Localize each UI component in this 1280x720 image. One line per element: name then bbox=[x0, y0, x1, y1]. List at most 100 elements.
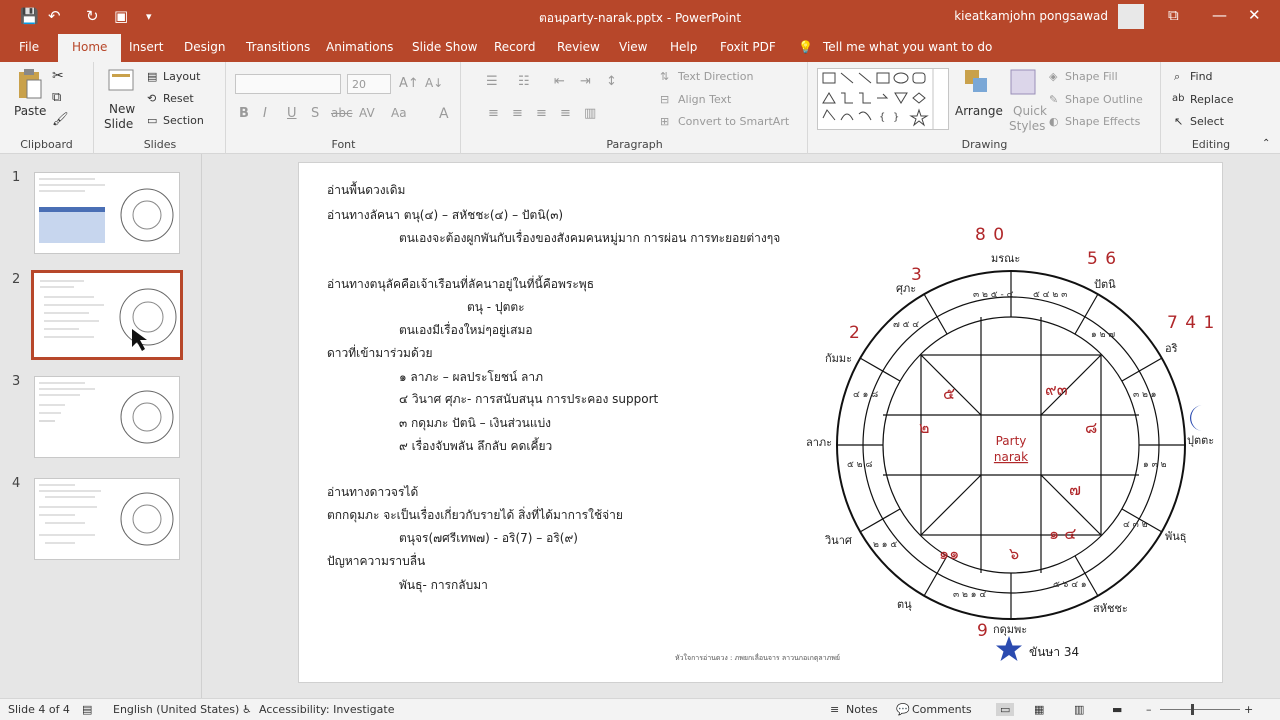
slide-sorter-icon[interactable]: ▦ bbox=[1034, 703, 1044, 716]
comments-button[interactable]: Comments bbox=[912, 703, 972, 716]
shape-outline-button[interactable]: Shape Outline bbox=[1065, 93, 1143, 106]
char-spacing-icon[interactable]: AV bbox=[359, 106, 375, 120]
increase-font-icon[interactable]: A↑ bbox=[399, 76, 419, 91]
language-button[interactable]: English (United States) bbox=[113, 703, 239, 716]
minimize-icon[interactable]: — bbox=[1212, 6, 1227, 24]
arrange-button[interactable]: Arrange bbox=[955, 104, 1003, 118]
text-line[interactable]: ตนุ - ปุตตะ bbox=[467, 298, 525, 317]
zoom-slider[interactable] bbox=[1160, 709, 1240, 710]
text-line[interactable]: ๓ กดุมภะ ปัตนิ – เงินส่วนแบ่ง bbox=[399, 414, 551, 433]
text-line[interactable]: ตนุจร(๗ศรีเทพ๗) - อริ(7) – อริ(๙) bbox=[399, 529, 578, 548]
tab-animations[interactable]: Animations bbox=[326, 40, 393, 54]
line-spacing-icon[interactable]: ↕ bbox=[606, 74, 617, 89]
align-left-icon[interactable]: ≡ bbox=[488, 106, 499, 121]
copy-icon[interactable]: ⧉ bbox=[52, 90, 61, 105]
smartart-button[interactable]: Convert to SmartArt bbox=[678, 115, 789, 128]
section-button[interactable]: Section bbox=[163, 114, 204, 127]
text-line[interactable]: ๙ เรื่องจับพลัน ลึกลับ คดเคี้ยว bbox=[399, 437, 552, 456]
tab-home[interactable]: Home bbox=[58, 34, 122, 62]
text-line[interactable]: ดาวที่เข้ามาร่วมด้วย bbox=[327, 344, 433, 363]
decrease-font-icon[interactable]: A↓ bbox=[425, 76, 443, 90]
slide-canvas[interactable]: อ่านพื้นดวงเดิม อ่านทางลัคนา ตนุ(๔) – สห… bbox=[298, 162, 1223, 683]
text-line[interactable]: ๔ วินาศ ศุภะ- การสนับสนุน การประคอง supp… bbox=[399, 390, 658, 409]
tab-foxit-pdf[interactable]: Foxit PDF bbox=[720, 40, 776, 54]
text-line[interactable]: ตกกดุมภะ จะเป็นเรื่องเกี่ยวกับรายได้ สิ่… bbox=[327, 506, 623, 525]
font-name-input[interactable] bbox=[235, 74, 341, 94]
numbering-icon[interactable]: ☷ bbox=[518, 74, 530, 89]
shapes-gallery[interactable]: {} bbox=[817, 68, 949, 130]
reset-button[interactable]: Reset bbox=[163, 92, 194, 105]
bullets-icon[interactable]: ☰ bbox=[486, 74, 498, 89]
font-size-input[interactable]: 20 bbox=[347, 74, 391, 94]
new-slide-label[interactable]: New bbox=[109, 102, 135, 116]
italic-icon[interactable]: I bbox=[263, 106, 267, 121]
align-text-button[interactable]: Align Text bbox=[678, 93, 731, 106]
ribbon-display-icon[interactable]: ⧉ bbox=[1168, 6, 1179, 24]
tab-slide-show[interactable]: Slide Show bbox=[412, 40, 477, 54]
tab-design[interactable]: Design bbox=[184, 40, 225, 54]
text-line[interactable]: ตนเองมีเรื่องใหม่ๆอยู่เสมอ bbox=[399, 321, 533, 340]
zoom-out-icon[interactable]: – bbox=[1146, 703, 1152, 716]
quick-styles-label[interactable]: Quick bbox=[1013, 104, 1047, 118]
paste-button[interactable]: Paste bbox=[14, 104, 46, 118]
normal-view-icon[interactable]: ▭ bbox=[996, 703, 1015, 716]
user-name[interactable]: kieatkamjohn pongsawad bbox=[954, 9, 1108, 23]
spellcheck-icon[interactable]: ▤ bbox=[82, 703, 92, 716]
text-line[interactable]: พันธุ- การกลับมา bbox=[399, 576, 488, 595]
text-line[interactable]: ๑ ลาภะ – ผลประโยชน์ ลาภ bbox=[399, 368, 543, 387]
tab-transitions[interactable]: Transitions bbox=[246, 40, 310, 54]
justify-icon[interactable]: ≡ bbox=[560, 106, 571, 121]
text-line[interactable]: ตนเองจะต้องผูกพันกับเรื่องของสังคมคนหมู่… bbox=[399, 229, 780, 248]
slide-thumbnail-3[interactable] bbox=[34, 376, 180, 458]
accessibility-button[interactable]: Accessibility: Investigate bbox=[259, 703, 395, 716]
text-direction-button[interactable]: Text Direction bbox=[678, 70, 753, 83]
tab-insert[interactable]: Insert bbox=[129, 40, 163, 54]
decrease-indent-icon[interactable]: ⇤ bbox=[554, 74, 565, 89]
find-button[interactable]: Find bbox=[1190, 70, 1213, 83]
quick-styles-label-2[interactable]: Styles bbox=[1009, 119, 1045, 133]
zoom-in-icon[interactable]: + bbox=[1244, 703, 1253, 716]
new-slide-icon[interactable] bbox=[107, 68, 135, 96]
avatar[interactable] bbox=[1118, 4, 1144, 29]
slide-thumbnail-1[interactable] bbox=[34, 172, 180, 254]
tab-help[interactable]: Help bbox=[670, 40, 697, 54]
zoom-slider-thumb[interactable] bbox=[1191, 704, 1194, 715]
underline-icon[interactable]: U bbox=[287, 106, 297, 121]
collapse-ribbon-icon[interactable]: ⌃ bbox=[1262, 138, 1270, 149]
tab-review[interactable]: Review bbox=[557, 40, 600, 54]
layout-button[interactable]: Layout bbox=[163, 70, 200, 83]
replace-button[interactable]: Replace bbox=[1190, 93, 1234, 106]
notes-button[interactable]: Notes bbox=[846, 703, 878, 716]
strikethrough-icon[interactable]: abc bbox=[331, 106, 353, 120]
shape-effects-button[interactable]: Shape Effects bbox=[1065, 115, 1140, 128]
close-icon[interactable]: ✕ bbox=[1248, 6, 1261, 24]
quick-styles-icon[interactable] bbox=[1009, 68, 1037, 96]
columns-icon[interactable]: ▥ bbox=[584, 106, 596, 121]
align-center-icon[interactable]: ≡ bbox=[512, 106, 523, 121]
font-color-icon[interactable]: A bbox=[439, 106, 449, 122]
tell-me-search[interactable]: Tell me what you want to do bbox=[823, 40, 992, 54]
tab-record[interactable]: Record bbox=[494, 40, 535, 54]
change-case-icon[interactable]: Aa bbox=[391, 106, 407, 120]
reading-view-icon[interactable]: ▥ bbox=[1074, 703, 1084, 716]
text-line[interactable]: อ่านทางดาวจรได้ bbox=[327, 483, 418, 502]
text-line[interactable]: อ่านพื้นดวงเดิม bbox=[327, 181, 405, 200]
new-slide-label-2[interactable]: Slide bbox=[104, 117, 133, 131]
shadow-icon[interactable]: S bbox=[311, 106, 319, 121]
arrange-icon[interactable] bbox=[963, 68, 991, 96]
text-line[interactable]: อ่านทางตนุลัคคือเจ้าเรือนที่ลัคนาอยู่ในท… bbox=[327, 275, 594, 294]
text-line[interactable]: อ่านทางลัคนา ตนุ(๔) – สหัชชะ(๔) – ปัตนิ(… bbox=[327, 206, 563, 225]
bold-icon[interactable]: B bbox=[239, 106, 249, 121]
tab-view[interactable]: View bbox=[619, 40, 647, 54]
tab-file[interactable]: File bbox=[19, 40, 39, 54]
shape-fill-button[interactable]: Shape Fill bbox=[1065, 70, 1118, 83]
format-painter-icon[interactable]: 🖌 bbox=[52, 112, 69, 127]
select-button[interactable]: Select bbox=[1190, 115, 1224, 128]
slide-thumbnail-2[interactable] bbox=[31, 270, 183, 360]
cut-icon[interactable]: ✂ bbox=[52, 68, 64, 84]
text-line[interactable]: ปัญหาความราบลื่น bbox=[327, 552, 425, 571]
slide-thumbnail-4[interactable] bbox=[34, 478, 180, 560]
align-right-icon[interactable]: ≡ bbox=[536, 106, 547, 121]
paste-icon[interactable] bbox=[16, 68, 44, 100]
astrology-chart[interactable]: ๓ ๒ ๕ - ๔ ๕ ๔ ๒ ๓ ๑ ๒ ๗๓ ๒ ๑ ๑ ๓ ๒๔ ๓ ๒ ๕… bbox=[833, 267, 1189, 623]
